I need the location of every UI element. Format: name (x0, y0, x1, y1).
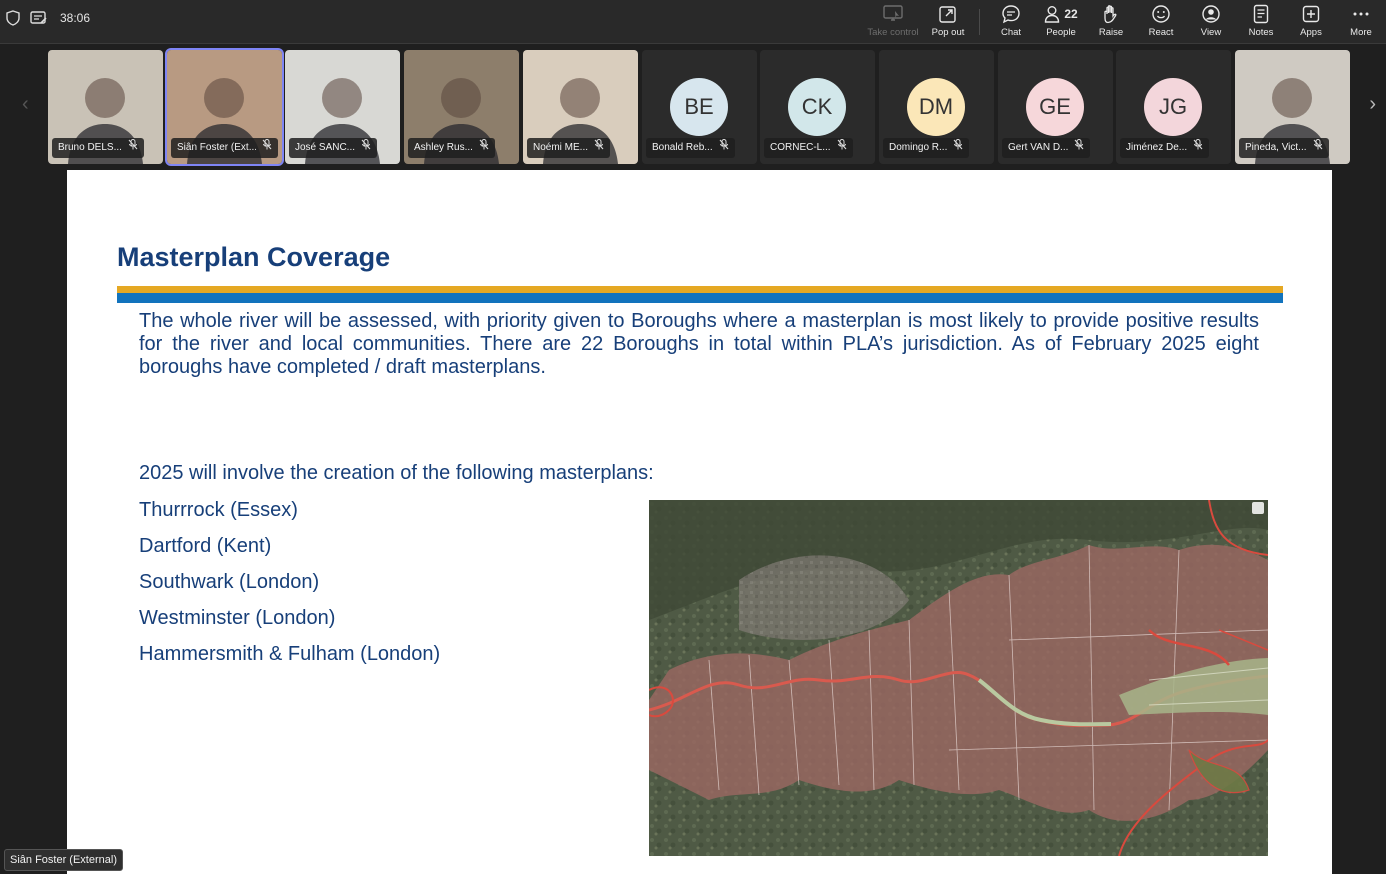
participant-name: CORNEC-L... (770, 142, 831, 153)
pop-out-button[interactable]: Pop out (923, 0, 973, 44)
view-icon (1201, 3, 1221, 25)
view-button[interactable]: View (1186, 0, 1236, 44)
participant-name: Ashley Rus... (414, 142, 473, 153)
mic-muted-icon (1193, 138, 1203, 158)
participant-name: Gert VAN D... (1008, 142, 1069, 153)
avatar: JG (1144, 78, 1202, 136)
react-button[interactable]: React (1136, 0, 1186, 44)
chat-icon (1001, 3, 1021, 25)
mic-muted-icon (361, 138, 371, 158)
mic-muted-icon (1313, 138, 1323, 158)
notes-icon (1253, 3, 1269, 25)
active-speaker-label: Siân Foster (External) (4, 849, 123, 871)
participant-name: Noémi ME... (533, 142, 589, 153)
participant-name-label: Domingo R... (883, 138, 970, 158)
raise-hand-icon (1102, 3, 1120, 25)
mic-muted-icon (479, 138, 489, 158)
people-icon (1045, 6, 1060, 23)
title-underline-gold (117, 286, 1283, 293)
participant-tile[interactable]: BE Bonald Reb... (642, 50, 757, 164)
mic-muted-icon (128, 138, 138, 158)
list-item: Dartford (Kent) (139, 535, 272, 557)
participant-tile[interactable]: CK CORNEC-L... (760, 50, 875, 164)
participant-name: Pineda, Vict... (1245, 142, 1307, 153)
take-control-button[interactable]: Take control (863, 0, 923, 44)
participant-name-label: Noémi ME... (527, 138, 611, 158)
toolbar-left: 38:06 (6, 10, 90, 26)
participant-name-label: Ashley Rus... (408, 138, 495, 158)
expand-icon[interactable] (1252, 502, 1264, 514)
participant-tile[interactable]: Pineda, Vict... (1235, 50, 1350, 164)
meeting-toolbar: 38:06 Take control Pop out Chat 22 Peopl… (0, 0, 1386, 44)
apps-icon (1302, 3, 1320, 25)
chat-button[interactable]: Chat (986, 0, 1036, 44)
mic-muted-icon (953, 138, 963, 158)
participant-name: José SANC... (295, 142, 356, 153)
participant-tile[interactable]: GE Gert VAN D... (998, 50, 1113, 164)
shield-icon[interactable] (6, 10, 20, 26)
mic-muted-icon (594, 138, 604, 158)
toolbar-actions: Take control Pop out Chat 22 People Rais… (863, 0, 1386, 44)
participant-name: Jiménez De... (1126, 142, 1188, 153)
participant-name-label: CORNEC-L... (764, 138, 853, 158)
participant-tile[interactable]: DM Domingo R... (879, 50, 994, 164)
people-button[interactable]: 22 People (1036, 0, 1086, 44)
participant-tile[interactable]: JG Jiménez De... (1116, 50, 1231, 164)
participant-name: Bruno DELS... (58, 142, 122, 153)
notes-button[interactable]: Notes (1236, 0, 1286, 44)
list-item: Hammersmith & Fulham (London) (139, 643, 441, 665)
list-item: Southwark (London) (139, 571, 320, 593)
teams-meeting-window: 38:06 Take control Pop out Chat 22 Peopl… (0, 0, 1386, 874)
people-count-badge: 22 (1064, 7, 1078, 21)
toolbar-divider (979, 9, 980, 35)
more-icon (1352, 3, 1370, 25)
participant-strip: ‹ Bruno DELS... Siân Foster (Ext... José S… (0, 44, 1386, 168)
take-control-icon (883, 3, 903, 25)
apps-button[interactable]: Apps (1286, 0, 1336, 44)
participant-name: Siân Foster (Ext... (177, 142, 257, 153)
participant-name: Bonald Reb... (652, 142, 713, 153)
chevron-left-icon[interactable]: ‹ (22, 94, 29, 114)
masterplan-list: Thurrrock (Essex) Dartford (Kent) Southw… (139, 498, 440, 678)
mic-muted-icon (1074, 138, 1084, 158)
meeting-timer: 38:06 (60, 11, 91, 25)
avatar: DM (907, 78, 965, 136)
shared-slide: Masterplan Coverage The whole river will… (67, 170, 1332, 874)
avatar: GE (1026, 78, 1084, 136)
participant-name-label: Pineda, Vict... (1239, 138, 1329, 158)
react-icon (1151, 3, 1171, 25)
participant-name: Domingo R... (889, 142, 948, 153)
meeting-notes-icon[interactable] (30, 10, 48, 26)
participant-name-label: Bonald Reb... (646, 138, 735, 158)
participant-name-label: Jiménez De... (1120, 138, 1210, 158)
chevron-right-icon[interactable]: › (1369, 94, 1376, 114)
avatar: BE (670, 78, 728, 136)
more-button[interactable]: More (1336, 0, 1386, 44)
participant-tile[interactable]: Bruno DELS... (48, 50, 163, 164)
participant-tile[interactable]: Ashley Rus... (404, 50, 519, 164)
avatar: CK (788, 78, 846, 136)
mic-muted-icon (719, 138, 729, 158)
mic-muted-icon (837, 138, 847, 158)
list-item: Westminster (London) (139, 607, 336, 629)
participant-name-label: Bruno DELS... (52, 138, 144, 158)
pop-out-icon (939, 3, 957, 25)
slide-paragraph: The whole river will be assessed, with p… (139, 310, 1259, 378)
thames-borough-map (649, 500, 1268, 856)
participant-name-label: Gert VAN D... (1002, 138, 1091, 158)
mic-muted-icon (262, 138, 272, 158)
slide-title: Masterplan Coverage (117, 242, 391, 272)
participant-name-label: José SANC... (289, 138, 378, 158)
participant-name-label: Siân Foster (Ext... (171, 138, 278, 158)
participant-tile[interactable]: Siân Foster (Ext... (165, 48, 284, 166)
raise-hand-button[interactable]: Raise (1086, 0, 1136, 44)
title-underline-blue (117, 293, 1283, 303)
masterplans-intro: 2025 will involve the creation of the fo… (139, 462, 654, 484)
participant-tile[interactable]: Noémi ME... (523, 50, 638, 164)
participant-tile[interactable]: José SANC... (285, 50, 400, 164)
list-item: Thurrrock (Essex) (139, 499, 298, 521)
